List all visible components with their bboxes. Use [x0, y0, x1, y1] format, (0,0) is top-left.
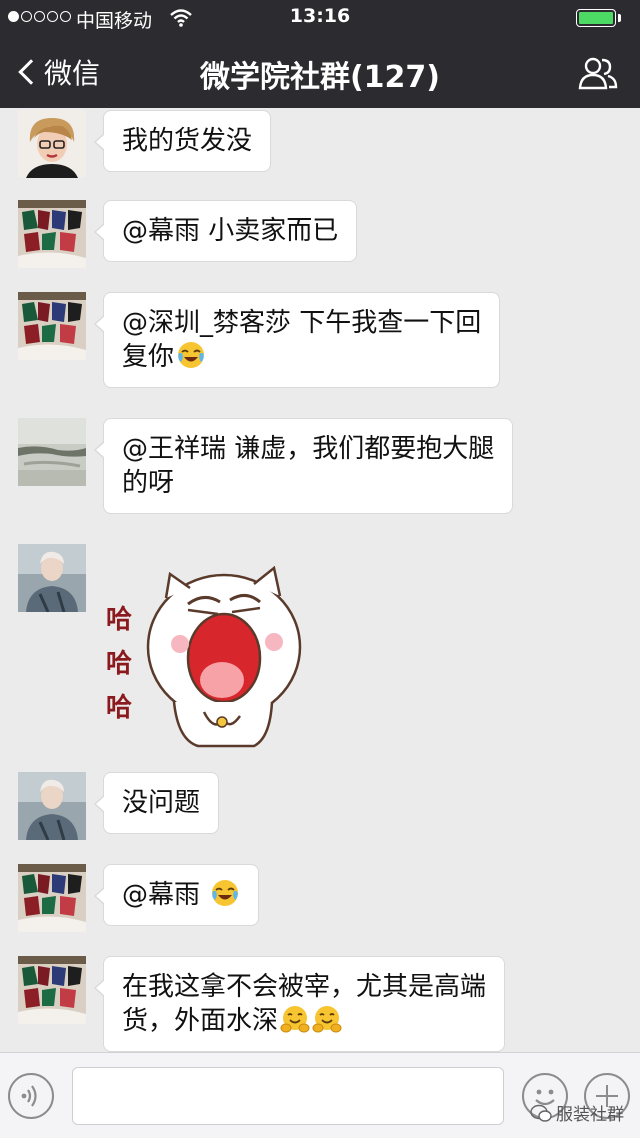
- top-bar: 中国移动 13:16 微信 微学院社群(127): [0, 0, 640, 108]
- message-text-line: 货，外面水深: [122, 1004, 486, 1038]
- avatar[interactable]: [18, 772, 86, 840]
- avatar[interactable]: [18, 864, 86, 932]
- laughing-cat-sticker[interactable]: 哈 哈 哈: [104, 562, 304, 752]
- battery-level: [579, 12, 613, 24]
- message-bubble[interactable]: 在我这拿不会被宰，尤其是高端 货，外面水深: [93, 956, 506, 1052]
- battery-tip: [618, 14, 621, 22]
- wechat-icon: [530, 1104, 552, 1122]
- crying-laugh-emoji-icon: [178, 342, 205, 368]
- hug-emoji-icon: [312, 1006, 342, 1033]
- sticker-text: 哈: [106, 605, 132, 635]
- chat-title: 微学院社群(127): [199, 60, 441, 95]
- voice-icon: [21, 1085, 37, 1107]
- message-bubble[interactable]: 没问题: [93, 772, 220, 834]
- message-input[interactable]: [72, 1067, 504, 1125]
- message-text-line: @幕雨: [122, 878, 240, 912]
- message-text: 复你: [122, 342, 175, 372]
- message-text: @幕雨 小卖家而已: [122, 216, 339, 246]
- avatar[interactable]: [18, 110, 86, 178]
- message-text: 货，外面水深: [122, 1006, 279, 1036]
- message-text: 我的货发没: [122, 126, 253, 156]
- avatar[interactable]: [18, 418, 86, 486]
- message-text: 在我这拿不会被宰，尤其是高端: [122, 972, 487, 1002]
- avatar[interactable]: [18, 544, 86, 612]
- message-text: @王祥瑞 谦虚，我们都要抱大腿: [122, 434, 495, 464]
- crying-laugh-emoji-icon: [212, 880, 239, 906]
- watermark: 服装社群: [530, 1100, 624, 1125]
- avatar[interactable]: [18, 200, 86, 268]
- status-time: 13:16: [289, 5, 351, 27]
- message-text: @深圳_棼客莎 下午我查一下回: [122, 308, 482, 338]
- message-list[interactable]: 我的货发没 @幕雨 小卖家而已 @深圳_棼客莎 下午我查一下回 复你 @王祥瑞 …: [0, 108, 640, 1052]
- message-bubble[interactable]: @幕雨 小卖家而已: [93, 200, 358, 262]
- avatar[interactable]: [18, 292, 86, 360]
- message-text: 的呀: [122, 468, 175, 498]
- message-text-line: 复你: [122, 340, 481, 374]
- hug-emoji-icon: [280, 1006, 310, 1033]
- voice-input-button[interactable]: [8, 1073, 54, 1119]
- sticker-text: 哈: [106, 649, 132, 679]
- message-bubble[interactable]: @王祥瑞 谦虚，我们都要抱大腿 的呀: [93, 418, 514, 514]
- group-members-icon[interactable]: [578, 56, 618, 90]
- input-bar: [0, 1052, 640, 1138]
- message-bubble[interactable]: @深圳_棼客莎 下午我查一下回 复你: [93, 292, 501, 388]
- message-text: 没问题: [122, 788, 201, 818]
- battery-icon: [576, 9, 616, 27]
- avatar[interactable]: [18, 956, 86, 1024]
- sticker-text: 哈: [106, 693, 132, 723]
- message-bubble[interactable]: 我的货发没: [93, 110, 272, 172]
- watermark-text: 服装社群: [556, 1105, 624, 1125]
- navigation-bar: 微信 微学院社群(127): [0, 36, 640, 108]
- message-text: @幕雨: [122, 880, 201, 910]
- message-bubble[interactable]: @幕雨: [93, 864, 260, 926]
- status-bar: 中国移动 13:16: [0, 0, 640, 36]
